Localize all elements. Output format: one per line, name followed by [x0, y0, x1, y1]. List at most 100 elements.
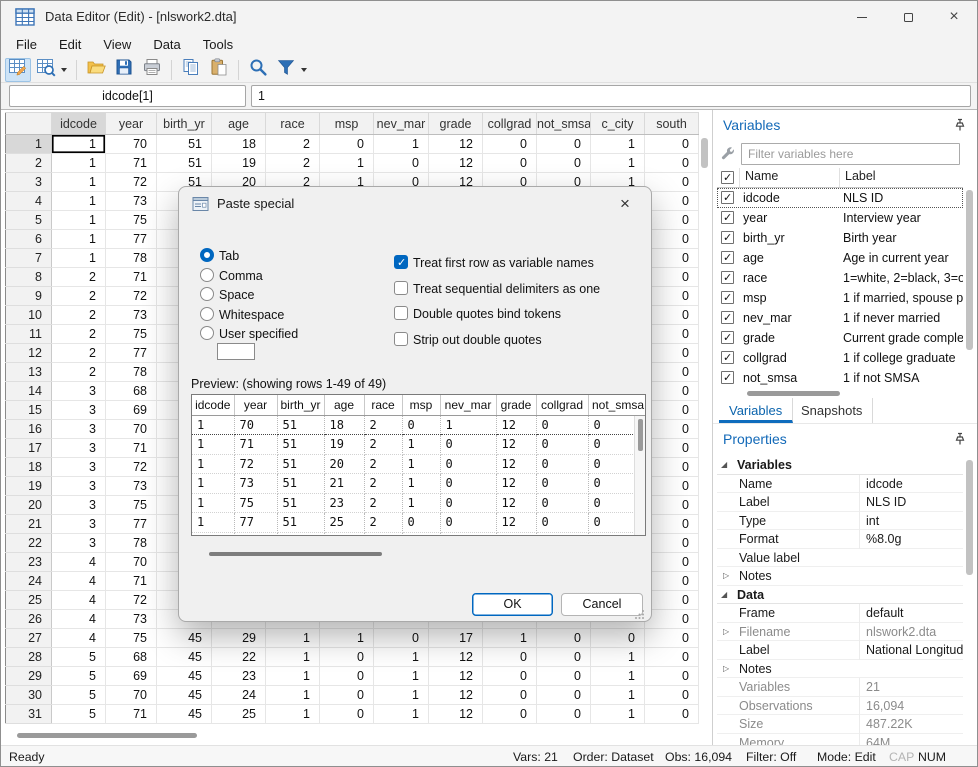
variable-checkbox[interactable]	[721, 291, 734, 304]
grid-cell[interactable]: 45	[157, 705, 212, 724]
grid-cell[interactable]: 1	[374, 648, 429, 667]
grid-cell[interactable]: 5	[52, 648, 106, 667]
delimiter-radio-tab[interactable]	[200, 248, 214, 262]
grid-cell[interactable]: 1	[320, 154, 374, 173]
grid-cell[interactable]: 0	[483, 705, 537, 724]
menu-edit[interactable]: Edit	[48, 33, 92, 57]
properties-vertical-scrollbar[interactable]	[966, 460, 973, 575]
grid-cell[interactable]: 1	[266, 667, 320, 686]
column-header-south[interactable]: south	[645, 113, 699, 135]
grid-cell[interactable]: 68	[106, 648, 157, 667]
grid-cell[interactable]: 78	[106, 534, 157, 553]
row-expander-icon[interactable]: ▷	[723, 623, 735, 642]
grid-cell[interactable]: 0	[645, 667, 699, 686]
variable-checkbox[interactable]	[721, 331, 734, 344]
preview-horizontal-scrollbar[interactable]	[209, 552, 382, 556]
grid-cell[interactable]: 51	[157, 154, 212, 173]
grid-cell[interactable]: 0	[320, 648, 374, 667]
grid-cell[interactable]: 3	[52, 477, 106, 496]
grid-cell[interactable]: 1	[266, 686, 320, 705]
section-expander-icon[interactable]: ◢	[721, 586, 733, 605]
data-editor-edit-button[interactable]	[5, 58, 31, 82]
grid-cell[interactable]: 77	[106, 230, 157, 249]
grid-cell[interactable]: 77	[106, 515, 157, 534]
grid-cell[interactable]: 2	[52, 344, 106, 363]
grid-cell[interactable]: 0	[645, 268, 699, 287]
grid-cell[interactable]: 70	[106, 553, 157, 572]
grid-cell[interactable]: 0	[320, 705, 374, 724]
property-value[interactable]: nlswork2.dta	[859, 623, 963, 642]
grid-cell[interactable]: 5	[52, 686, 106, 705]
grid-cell[interactable]: 22	[212, 648, 266, 667]
grid-cell[interactable]: 23	[212, 667, 266, 686]
option-checkbox-0[interactable]	[394, 255, 408, 269]
open-button[interactable]	[83, 58, 109, 82]
grid-cell[interactable]: 0	[645, 363, 699, 382]
row-expander-icon[interactable]: ▷	[723, 660, 735, 679]
row-header[interactable]: 22	[6, 534, 52, 553]
close-button[interactable]: ×	[931, 1, 977, 33]
variable-row-year[interactable]: yearInterview year	[717, 208, 963, 228]
grid-cell[interactable]: 0	[645, 230, 699, 249]
column-header-year[interactable]: year	[106, 113, 157, 135]
variable-checkbox[interactable]	[721, 371, 734, 384]
variable-row-birth_yr[interactable]: birth_yrBirth year	[717, 228, 963, 248]
menu-view[interactable]: View	[92, 33, 142, 57]
grid-cell[interactable]: 0	[591, 629, 645, 648]
grid-cell[interactable]: 70	[106, 135, 157, 154]
grid-cell[interactable]: 73	[106, 610, 157, 629]
grid-cell[interactable]: 70	[106, 420, 157, 439]
find-button[interactable]	[245, 58, 271, 82]
row-header[interactable]: 21	[6, 515, 52, 534]
variable-checkbox[interactable]	[721, 271, 734, 284]
row-header[interactable]: 12	[6, 344, 52, 363]
grid-cell[interactable]: 0	[645, 439, 699, 458]
grid-cell[interactable]: 2	[52, 363, 106, 382]
minimize-button[interactable]	[839, 1, 885, 33]
grid-cell[interactable]: 12	[429, 135, 483, 154]
grid-cell[interactable]: 12	[429, 705, 483, 724]
grid-cell[interactable]: 78	[106, 249, 157, 268]
option-checkbox-3[interactable]	[394, 332, 408, 346]
property-value[interactable]: 21	[859, 678, 963, 697]
grid-cell[interactable]: 73	[106, 306, 157, 325]
tab-variables[interactable]: Variables	[719, 398, 793, 423]
row-header[interactable]: 31	[6, 705, 52, 724]
grid-cell[interactable]: 1	[52, 173, 106, 192]
variables-pin-icon[interactable]	[953, 118, 967, 132]
variable-row-idcode[interactable]: idcodeNLS ID	[717, 188, 963, 208]
delimiter-radio-whitespace[interactable]	[200, 307, 214, 321]
variable-row-age[interactable]: ageAge in current year	[717, 248, 963, 268]
property-value[interactable]: idcode	[859, 475, 963, 494]
grid-cell[interactable]: 19	[212, 154, 266, 173]
column-header-msp[interactable]: msp	[320, 113, 374, 135]
grid-cell[interactable]: 0	[320, 667, 374, 686]
grid-cell[interactable]: 0	[645, 534, 699, 553]
property-value[interactable]: %8.0g	[859, 530, 963, 549]
grid-cell[interactable]: 72	[106, 173, 157, 192]
grid-cell[interactable]: 72	[106, 458, 157, 477]
row-header[interactable]: 8	[6, 268, 52, 287]
grid-cell[interactable]: 0	[645, 648, 699, 667]
variable-row-not_smsa[interactable]: not_smsa1 if not SMSA	[717, 368, 963, 387]
variable-checkbox[interactable]	[721, 231, 734, 244]
grid-cell[interactable]: 71	[106, 268, 157, 287]
name-column-header[interactable]: Name	[745, 169, 778, 183]
grid-cell[interactable]: 69	[106, 401, 157, 420]
grid-cell[interactable]: 4	[52, 629, 106, 648]
column-header-c_city[interactable]: c_city	[591, 113, 645, 135]
grid-cell[interactable]: 0	[374, 154, 429, 173]
filter-button[interactable]	[273, 58, 299, 82]
user-specified-delimiter-input[interactable]	[217, 343, 255, 360]
grid-cell[interactable]: 0	[645, 154, 699, 173]
grid-cell[interactable]: 0	[320, 686, 374, 705]
grid-cell[interactable]: 1	[591, 135, 645, 154]
grid-cell[interactable]: 0	[645, 306, 699, 325]
grid-cell[interactable]: 0	[645, 249, 699, 268]
column-header-grade[interactable]: grade	[429, 113, 483, 135]
row-header[interactable]: 17	[6, 439, 52, 458]
row-header[interactable]: 15	[6, 401, 52, 420]
grid-cell[interactable]: 45	[157, 629, 212, 648]
ok-button[interactable]: OK	[472, 593, 553, 616]
grid-cell[interactable]: 12	[429, 667, 483, 686]
